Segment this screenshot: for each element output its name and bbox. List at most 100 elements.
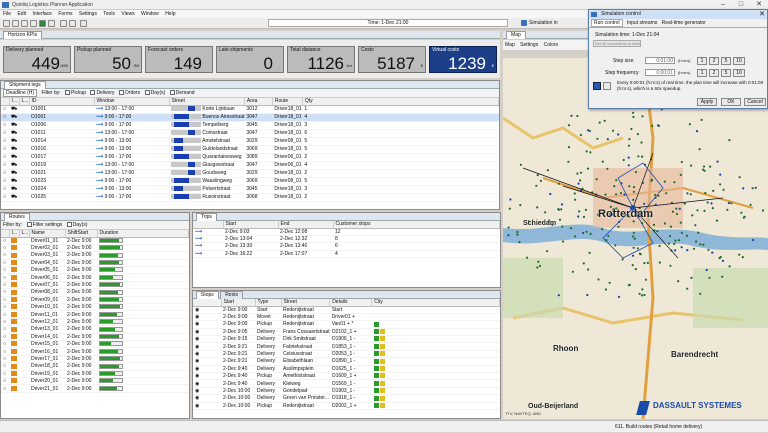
row-select-icon[interactable]: ○ — [1, 318, 9, 327]
row-select-icon[interactable]: ○ — [1, 121, 9, 130]
customer-dot[interactable] — [678, 207, 681, 210]
customer-dot[interactable] — [632, 220, 635, 223]
apply-button[interactable]: Apply — [697, 98, 717, 106]
customer-dot[interactable] — [636, 247, 639, 250]
customer-dot[interactable] — [573, 192, 576, 195]
col-shiftstart[interactable]: ShiftStart — [65, 230, 98, 238]
customer-dot[interactable] — [604, 288, 607, 291]
col-select[interactable] — [193, 221, 224, 229]
customer-dot[interactable] — [612, 129, 615, 132]
customer-dot[interactable] — [574, 235, 577, 238]
customer-dot[interactable] — [728, 265, 731, 268]
row-select-icon[interactable]: ○ — [1, 129, 9, 138]
tab-run-control[interactable]: Run control — [591, 19, 623, 27]
customer-dot[interactable] — [569, 227, 573, 230]
table-row[interactable]: ◉ 2-Dec 9:21 Delivery Celsiusstraat O205… — [193, 350, 500, 359]
customer-dot[interactable] — [587, 268, 590, 271]
customer-dot[interactable] — [726, 208, 729, 211]
col-window[interactable]: Window — [94, 98, 170, 106]
menu-interface[interactable]: Interface — [32, 11, 51, 17]
row-select-icon[interactable]: ○ — [1, 244, 9, 253]
row-select-icon[interactable]: ○ — [1, 251, 9, 260]
customer-dot[interactable] — [519, 204, 522, 207]
col-select[interactable] — [193, 299, 222, 307]
customer-dot[interactable] — [730, 202, 733, 205]
customer-dot[interactable] — [641, 155, 644, 158]
customer-dot[interactable] — [576, 114, 579, 118]
customer-dot[interactable] — [634, 170, 637, 174]
customer-dot[interactable] — [679, 221, 682, 224]
table-row[interactable]: ⟶ 2-Dec 16:22 2-Dec 17:07 4 — [193, 250, 500, 259]
step-size-2-button[interactable]: 2 — [709, 57, 719, 65]
table-row[interactable]: ◉ 2-Dec 9:05 Delivery Frans Cossaertstra… — [193, 328, 500, 337]
row-select-icon[interactable]: ○ — [1, 273, 9, 282]
menu-forms[interactable]: Forms — [58, 11, 72, 17]
subtab-settings[interactable]: Settings — [520, 42, 538, 48]
table-row[interactable]: ○ ⛟ O1011 ⟶ 13:00 - 17:00 Coinsstraat 30… — [1, 129, 499, 138]
customer-dot[interactable] — [607, 234, 610, 237]
customer-dot[interactable] — [641, 115, 644, 118]
filter-pickup[interactable]: Pickup — [65, 90, 86, 96]
col-customer-stops[interactable]: Customer stops — [333, 221, 500, 229]
step-size-1-button[interactable]: 1 — [697, 57, 707, 65]
customer-dot[interactable] — [538, 264, 542, 268]
col-type[interactable]: Type — [255, 299, 282, 307]
step-size-input[interactable]: 0:01:00 — [645, 57, 675, 64]
col-area[interactable]: Area — [244, 98, 273, 106]
customer-dot[interactable] — [669, 264, 672, 267]
menu-help[interactable]: Help — [165, 11, 175, 17]
row-select-icon[interactable]: ○ — [1, 185, 9, 194]
table-row[interactable]: ◉ 2-Dec 10:00 Delivery Groen van Prinste… — [193, 394, 500, 403]
table-row[interactable]: ◉ 2-Dec 9:40 Delivery Kleiweg O1569_1 - — [193, 379, 500, 388]
customer-dot[interactable] — [702, 243, 705, 246]
table-row[interactable]: ◉ 2-Dec 9:40 Pickup Amethiststraat O1609… — [193, 372, 500, 381]
customer-dot[interactable] — [651, 178, 654, 181]
customer-dot[interactable] — [589, 151, 592, 154]
customer-dot[interactable] — [695, 240, 698, 243]
col-lock[interactable]: L... — [19, 98, 30, 106]
customer-dot[interactable] — [712, 189, 715, 192]
settings-icon[interactable] — [69, 20, 76, 27]
table-row[interactable]: ○ Driver11_01 2-Dec 9:00 — [1, 310, 189, 319]
customer-dot[interactable] — [537, 260, 540, 263]
col-icon[interactable]: I... — [9, 230, 20, 238]
customer-dot[interactable] — [721, 259, 725, 262]
customer-dot[interactable] — [674, 239, 677, 242]
filter-delivery[interactable]: Delivery — [90, 90, 115, 96]
customer-dot[interactable] — [699, 243, 702, 246]
table-row[interactable]: ○ Driver13_01 2-Dec 9:00 — [1, 325, 189, 334]
map-canvas[interactable]: Rotterdam Schiedam Rhoon Barendrecht Oud… — [503, 58, 768, 419]
customer-dot[interactable] — [719, 183, 722, 186]
customer-dot[interactable] — [653, 193, 657, 196]
customer-dot[interactable] — [614, 244, 617, 247]
customer-dot[interactable] — [658, 244, 661, 248]
undo-icon[interactable] — [30, 20, 37, 27]
customer-dot[interactable] — [546, 250, 549, 253]
customer-dot[interactable] — [536, 266, 539, 269]
row-select-icon[interactable]: ○ — [1, 370, 9, 378]
customer-dot[interactable] — [702, 165, 706, 168]
cancel-button[interactable]: Cancel — [744, 98, 766, 106]
customer-dot[interactable] — [544, 211, 547, 214]
table-row[interactable]: ◉ 2-Dec 10:00 Delivery Gondelpad O1903_1… — [193, 387, 500, 396]
customer-dot[interactable] — [694, 224, 697, 227]
customer-dot[interactable] — [595, 178, 598, 181]
table-row[interactable]: ○ ⛟ O1024 ⟶ 9:00 - 13:00 Pelsertstraat 3… — [1, 185, 499, 194]
customer-dot[interactable] — [710, 202, 713, 205]
customer-dot[interactable] — [615, 193, 618, 196]
customer-dot[interactable] — [632, 111, 635, 114]
customer-dot[interactable] — [631, 264, 634, 267]
customer-dot[interactable] — [690, 164, 693, 167]
customer-dot[interactable] — [700, 118, 703, 121]
customer-dot[interactable] — [695, 130, 699, 133]
customer-dot[interactable] — [601, 228, 604, 231]
customer-dot[interactable] — [617, 295, 621, 298]
customer-dot[interactable] — [632, 254, 635, 257]
step-size-5-button[interactable]: 5 — [721, 57, 731, 65]
customer-dot[interactable] — [562, 240, 565, 243]
customer-dot[interactable] — [571, 270, 574, 273]
customer-dot[interactable] — [507, 226, 510, 229]
customer-dot[interactable] — [685, 234, 688, 237]
customer-dot[interactable] — [652, 223, 656, 226]
table-row[interactable]: ◉ 2-Dec 9:00 Movet Redenijtstraat Driver… — [193, 313, 500, 322]
